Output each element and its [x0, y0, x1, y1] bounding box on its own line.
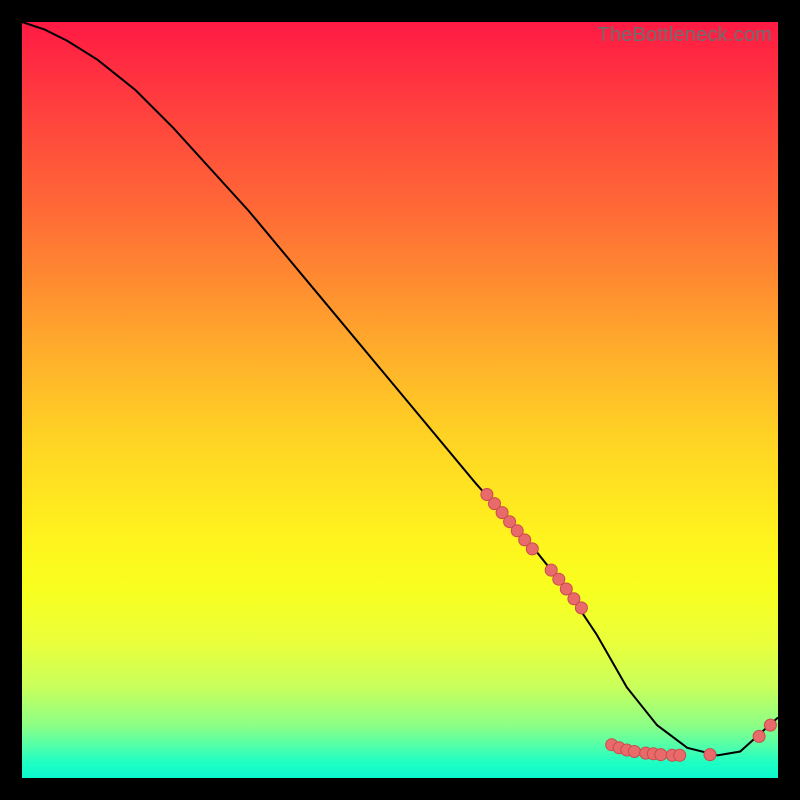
data-point: [575, 602, 587, 614]
data-point: [628, 746, 640, 758]
data-point: [674, 749, 686, 761]
chart-svg: [22, 22, 778, 778]
data-point: [655, 749, 667, 761]
bottleneck-curve: [22, 22, 778, 755]
chart-plot-area: TheBottleneck.com: [22, 22, 778, 778]
data-markers: [481, 489, 777, 762]
data-point: [753, 730, 765, 742]
data-point: [764, 719, 776, 731]
data-point: [526, 543, 538, 555]
data-point: [704, 749, 716, 761]
data-point: [560, 583, 572, 595]
